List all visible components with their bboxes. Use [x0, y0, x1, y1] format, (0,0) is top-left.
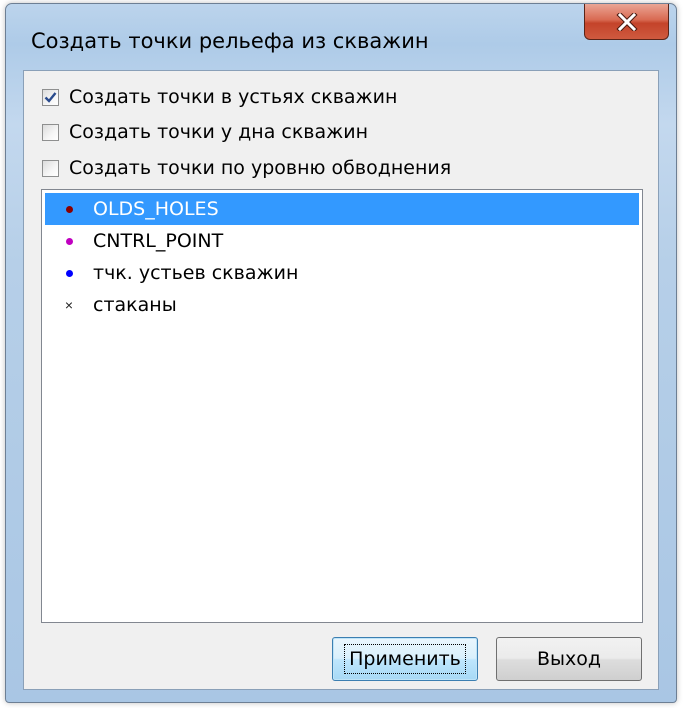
list-item-label: OLDS_HOLES — [93, 198, 219, 220]
dialog-window: Создать точки рельефа из скважин Создать… — [5, 3, 677, 703]
list-item[interactable]: тчк. устьев скважин — [45, 257, 639, 289]
apply-button[interactable]: Применить — [332, 637, 478, 681]
checkbox-bottom[interactable] — [42, 123, 59, 141]
list-item[interactable]: × стаканы — [45, 289, 639, 321]
checkbox-row-wellheads[interactable]: Создать точки в устьях скважин — [42, 83, 397, 111]
window-title: Создать точки рельефа из скважин — [31, 29, 429, 53]
dot-icon — [65, 205, 73, 213]
exit-button-label: Выход — [536, 648, 602, 670]
list-item-label: стаканы — [93, 294, 177, 316]
checkbox-label-bottom: Создать точки у дна скважин — [69, 121, 369, 143]
checkbox-label-water-level: Создать точки по уровню обводнения — [69, 157, 452, 179]
marker-x-icon: × — [57, 298, 81, 312]
list-item[interactable]: CNTRL_POINT — [45, 225, 639, 257]
list-item[interactable]: OLDS_HOLES — [45, 193, 639, 225]
exit-button[interactable]: Выход — [496, 637, 642, 681]
list-item-label: тчк. устьев скважин — [93, 262, 299, 284]
checkmark-icon — [44, 91, 57, 103]
close-icon — [615, 12, 638, 31]
checkbox-label-wellheads: Создать точки в устьях скважин — [69, 86, 398, 108]
dot-icon — [65, 269, 73, 277]
close-button[interactable] — [584, 4, 669, 40]
list-item-label: CNTRL_POINT — [93, 230, 224, 252]
dot-icon — [65, 237, 73, 245]
marker-dot-icon — [57, 205, 81, 213]
checkbox-water-level[interactable] — [42, 159, 59, 177]
marker-dot-icon — [57, 269, 81, 277]
dialog-client-area: Создать точки в устьях скважин Создать т… — [23, 70, 659, 690]
marker-dot-icon — [57, 237, 81, 245]
apply-button-label: Применить — [344, 644, 466, 674]
title-bar[interactable]: Создать точки рельефа из скважин — [6, 4, 676, 64]
checkbox-wellheads[interactable] — [42, 88, 59, 106]
layer-listbox[interactable]: OLDS_HOLES CNTRL_POINT тчк. устьев скваж… — [41, 189, 643, 623]
checkbox-row-water-level[interactable]: Создать точки по уровню обводнения — [42, 154, 451, 182]
x-icon: × — [64, 297, 74, 313]
checkbox-row-bottom[interactable]: Создать точки у дна скважин — [42, 118, 368, 146]
